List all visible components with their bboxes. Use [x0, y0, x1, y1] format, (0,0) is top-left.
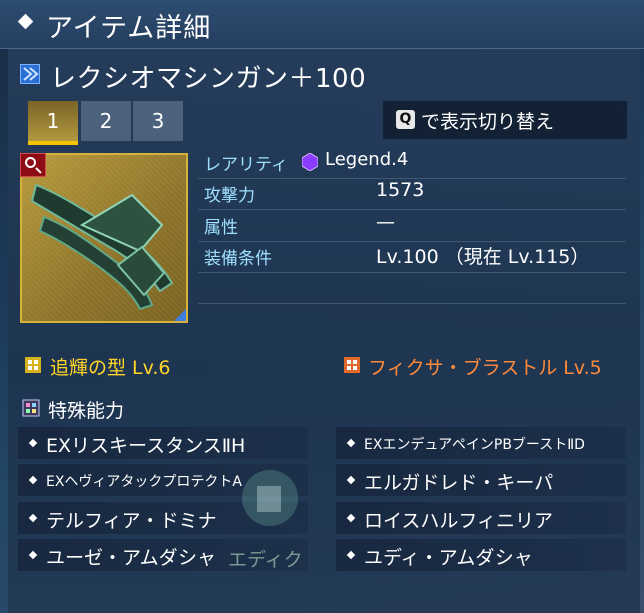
ability-item: ロイスハルフィニリア — [336, 502, 626, 534]
legend-gem-icon — [302, 153, 318, 171]
twin-machinegun-icon — [20, 64, 40, 84]
element-value: — — [376, 211, 395, 233]
toggle-display-label: で表示切り替え — [421, 111, 555, 133]
ability-text: ロイスハルフィニリア — [364, 510, 554, 532]
attack-row: 攻撃力 1573 — [198, 178, 626, 210]
document-icon — [257, 486, 281, 512]
magnify-icon[interactable] — [20, 153, 46, 177]
ability-item: EXリスキースタンスⅡH — [18, 427, 308, 459]
ability-text: ユディ・アムダシャ — [364, 547, 533, 569]
ability-item: EXエンデュアペインPBブーストⅡD — [336, 427, 626, 459]
attack-label: 攻撃力 — [204, 186, 255, 206]
photon-art-icon-orange — [344, 357, 360, 373]
ability-text: テルフィア・ドミナ — [46, 510, 217, 532]
ability-item: ユディ・アムダシャ — [336, 539, 626, 571]
rarity-label: レアリティ — [204, 155, 288, 175]
tab-3[interactable]: 3 — [133, 101, 183, 141]
element-row: 属性 — — [198, 210, 626, 242]
npc-name-overlay: エディク — [228, 549, 303, 571]
tab-1[interactable]: 1 — [28, 101, 78, 145]
ability-text: EXエンデュアペインPBブーストⅡD — [364, 437, 585, 453]
page-title: アイテム詳細 — [46, 13, 212, 44]
photon-art-icon-yellow — [25, 357, 41, 373]
special-ability-icon — [22, 399, 40, 417]
special-abilities-title: 特殊能力 — [48, 400, 125, 422]
weapon-name: レクシオマシンガン＋100 — [50, 64, 367, 94]
title-bar: アイテム詳細 — [0, 0, 644, 49]
ability-item: エルガドレド・キーパ — [336, 464, 626, 496]
attack-value: 1573 — [376, 179, 425, 201]
diamond-icon — [17, 13, 34, 30]
rarity-row: レアリティ Legend.4 — [198, 147, 626, 179]
requirement-label: 装備条件 — [204, 249, 272, 269]
requirement-value: Lv.100 （現在 Lv.115） — [376, 246, 590, 268]
photon-art-left: 追輝の型 Lv.6 — [50, 357, 171, 379]
ability-text: エルガドレド・キーパ — [364, 472, 554, 494]
requirement-row: 装備条件 Lv.100 （現在 Lv.115） — [198, 241, 626, 273]
toggle-display-button[interactable]: Q で表示切り替え — [383, 101, 627, 139]
element-label: 属性 — [204, 218, 238, 238]
rarity-value: Legend.4 — [325, 149, 409, 170]
corner-marker — [174, 309, 186, 321]
ability-text: EXヘヴィアタックプロテクトA — [46, 474, 243, 490]
weapon-illustration — [30, 183, 174, 311]
ability-text: EXリスキースタンスⅡH — [46, 435, 246, 457]
photon-art-right: フィクサ・ブラストル Lv.5 — [368, 357, 602, 379]
tab-2[interactable]: 2 — [81, 101, 131, 141]
ability-text: ユーゼ・アムダシャ — [46, 547, 217, 569]
empty-row — [198, 272, 626, 304]
weapon-image — [20, 153, 188, 323]
q-key-icon: Q — [396, 110, 415, 129]
